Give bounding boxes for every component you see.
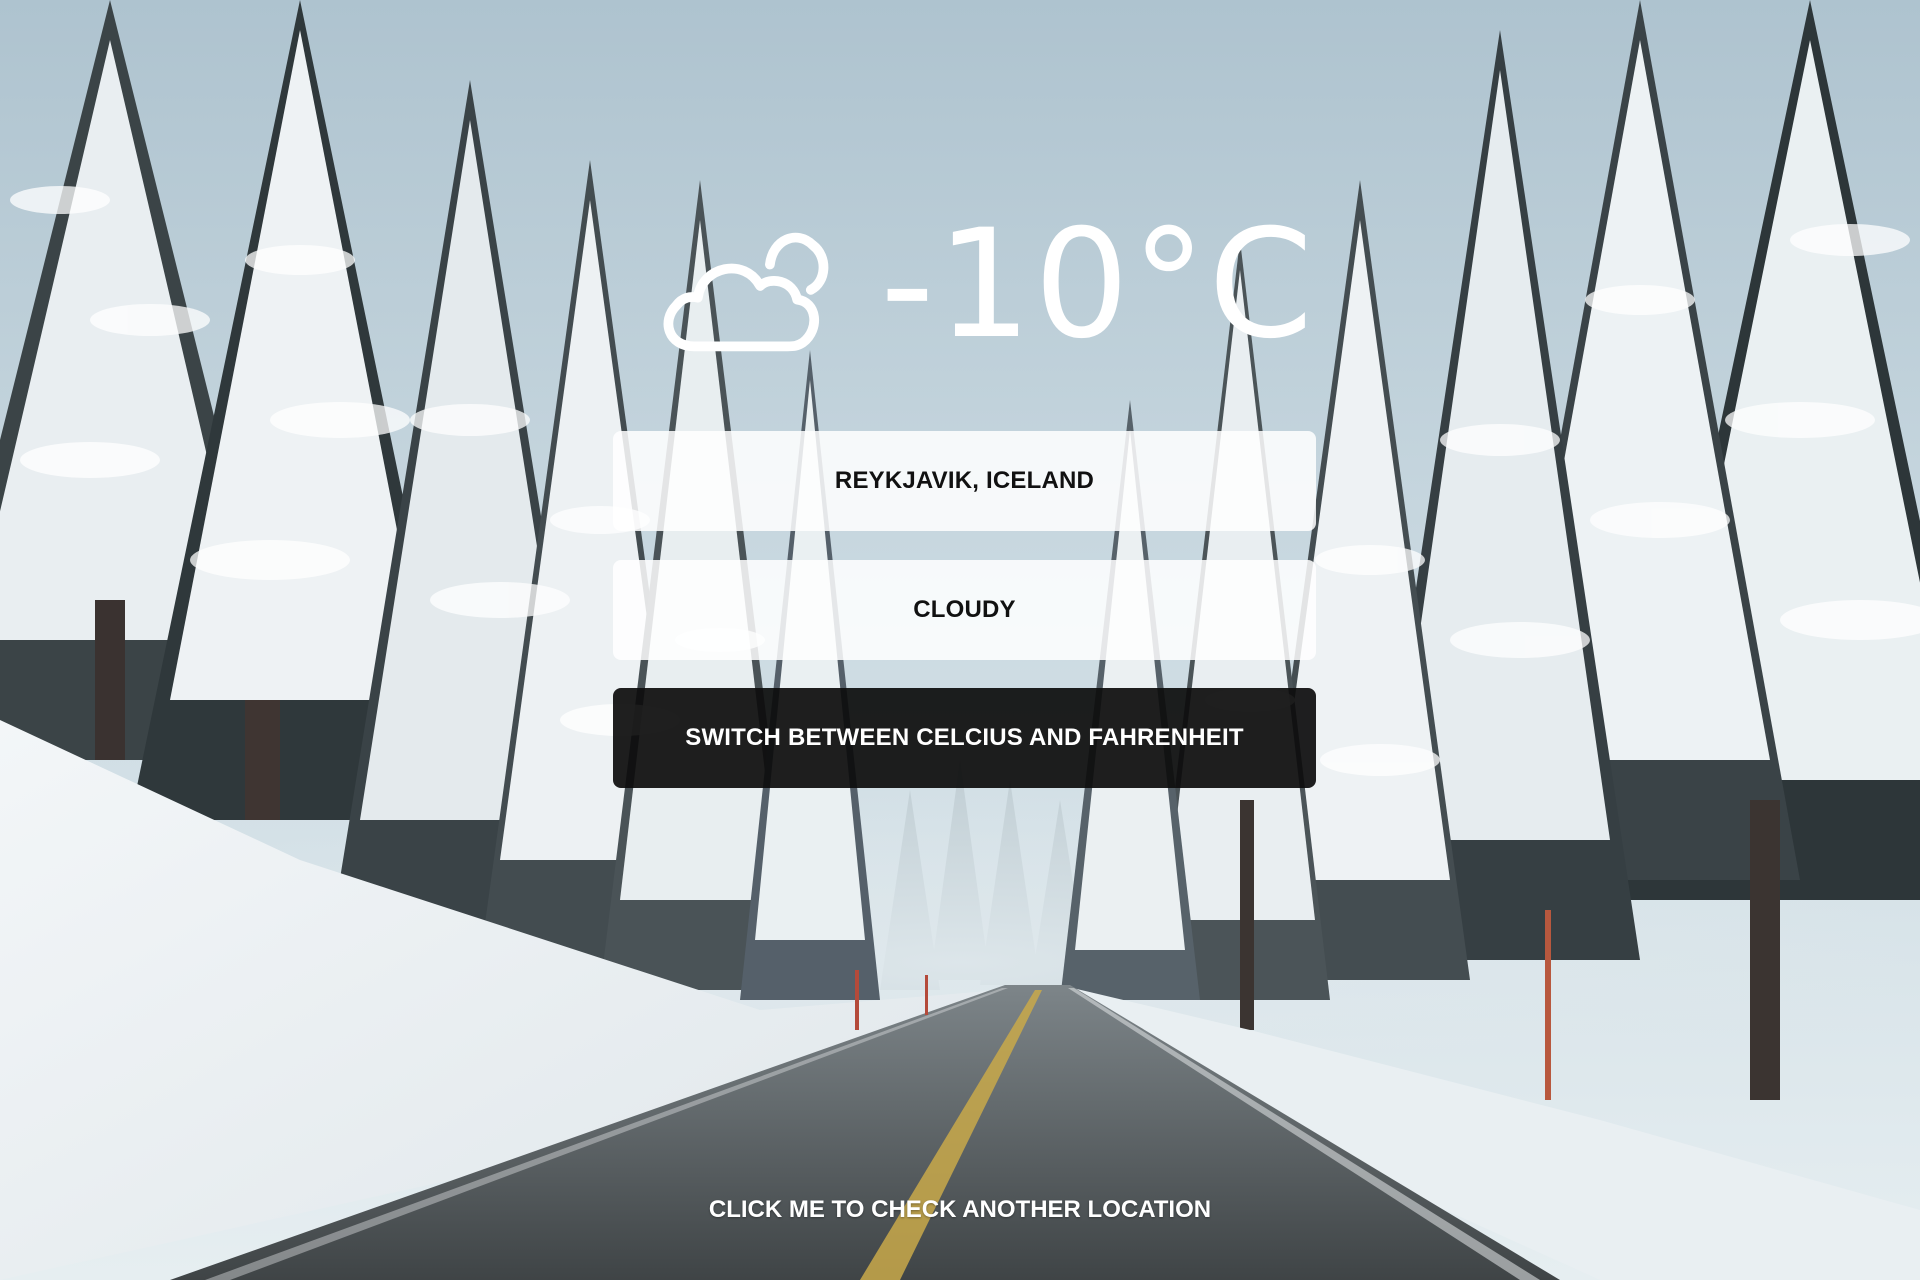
cloud-icon (663, 232, 829, 352)
temperature-display: -10°C (880, 198, 1315, 372)
condition-panel: CLOUDY (613, 560, 1316, 660)
weather-header: -10°C (655, 205, 1315, 365)
unit-toggle-button[interactable]: SWITCH BETWEEN CELCIUS AND FAHRENHEIT (613, 688, 1316, 788)
check-location-link[interactable]: CLICK ME TO CHECK ANOTHER LOCATION (0, 1196, 1920, 1224)
location-label: REYKJAVIK, ICELAND (834, 467, 1095, 494)
condition-label: CLOUDY (913, 596, 1016, 623)
location-panel: REYKJAVIK, ICELAND (613, 431, 1316, 531)
